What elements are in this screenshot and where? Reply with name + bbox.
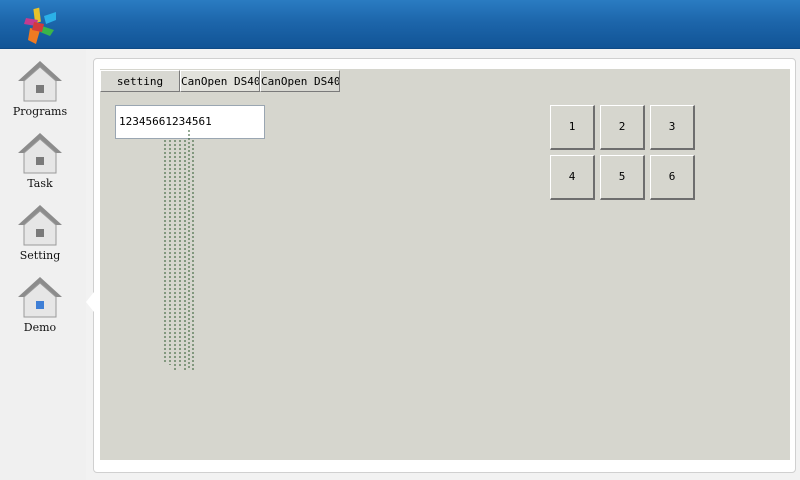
tab-canopen-ds401[interactable]: CanOpen DS401: [260, 70, 340, 92]
dotted-lines-graphic: [164, 130, 194, 371]
tab-setting[interactable]: setting: [100, 70, 180, 92]
keypad-button-2[interactable]: 2: [600, 105, 645, 150]
tab-canopen-ds402[interactable]: CanOpen DS402: [180, 70, 260, 92]
nav-label-demo: Demo: [23, 321, 57, 334]
nav-item-task[interactable]: Task: [0, 125, 80, 193]
nav-item-programs[interactable]: Programs: [0, 53, 80, 121]
nav-label-programs: Programs: [12, 105, 68, 118]
keypad-button-4[interactable]: 4: [550, 155, 595, 200]
nav-item-setting[interactable]: Setting: [0, 197, 80, 265]
keypad-button-6[interactable]: 6: [650, 155, 695, 200]
home-icon: [18, 205, 62, 246]
active-nav-pointer: [86, 292, 94, 312]
keypad-button-5[interactable]: 5: [600, 155, 645, 200]
top-header-bar: [0, 0, 800, 49]
nav-item-demo[interactable]: Demo: [0, 269, 80, 337]
home-icon: [18, 133, 62, 174]
home-icon: [18, 61, 62, 102]
nav-label-setting: Setting: [19, 249, 61, 262]
keypad-button-1[interactable]: 1: [550, 105, 595, 150]
home-icon: [18, 277, 62, 318]
keypad-button-3[interactable]: 3: [650, 105, 695, 150]
app-logo-icon[interactable]: [20, 6, 60, 46]
nav-label-task: Task: [27, 177, 53, 190]
